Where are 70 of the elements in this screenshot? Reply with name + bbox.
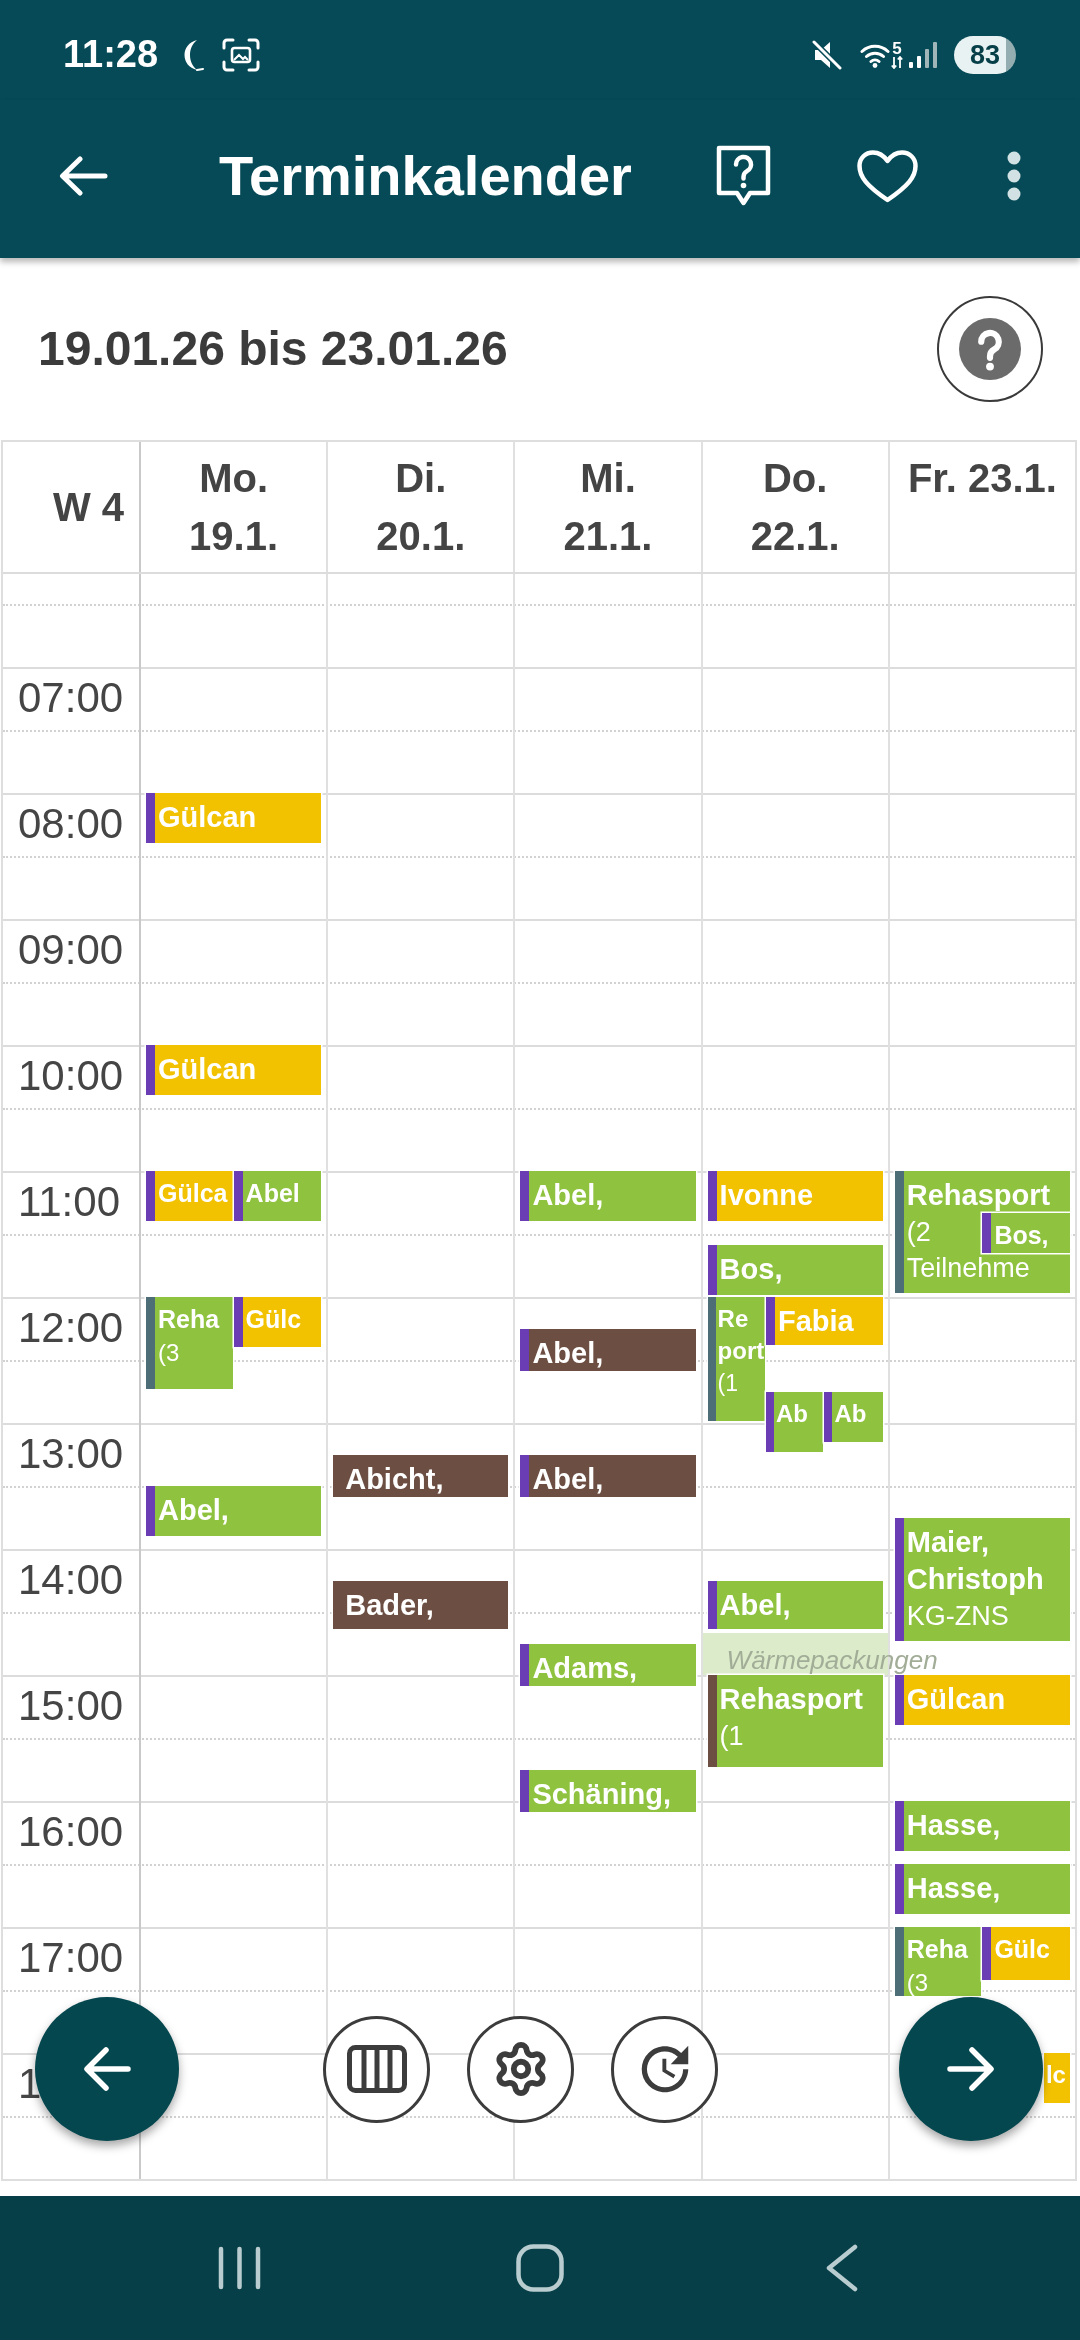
columns-icon (346, 2045, 407, 2093)
appointment-block[interactable]: Abel, (520, 1454, 696, 1497)
heart-icon (856, 149, 918, 203)
appointment-block[interactable]: Gülcan (146, 793, 322, 844)
day-header: Do. 22.1. (750, 455, 840, 560)
more-icon (1007, 151, 1021, 201)
appointment-block[interactable]: Gülca (146, 1171, 233, 1222)
chevron-left-icon (824, 2244, 858, 2292)
recents-icon (216, 2246, 262, 2290)
day-header: Mi. 21.1. (563, 455, 653, 560)
mute-icon (811, 40, 843, 70)
appointment-block[interactable]: Abel, (520, 1171, 696, 1222)
appointment-block[interactable]: Reha (3 (894, 1927, 982, 1997)
arrow-right-icon (947, 2046, 995, 2092)
appointment-block[interactable]: Ivonne (707, 1171, 883, 1222)
appointment-block[interactable]: Abel, (707, 1580, 883, 1629)
date-range-title: 19.01.26 bis 23.01.26 (38, 321, 508, 378)
time-label: 09:00 (18, 927, 124, 974)
network-label: 5 (892, 41, 902, 56)
appointment-block[interactable]: Bos, (707, 1244, 883, 1295)
day-header: Di. 20.1. (376, 455, 466, 560)
time-label: 17:00 (18, 1935, 124, 1982)
signal-icon (909, 42, 938, 68)
time-label: 08:00 (18, 801, 124, 848)
time-label: 07:00 (18, 675, 124, 722)
arrow-left-icon (83, 2046, 131, 2092)
appointment-block[interactable]: Hasse, (894, 1801, 1070, 1852)
time-label: 12:00 (18, 1305, 124, 1352)
time-label: 14:00 (18, 1557, 124, 1604)
time-label: 13:00 (18, 1431, 124, 1478)
appointment-block[interactable]: Abel (233, 1171, 322, 1222)
screenshot-icon (222, 38, 261, 72)
question-bubble-icon (715, 145, 771, 207)
day-header: Fr. 23.1. (907, 455, 1057, 502)
appointment-block[interactable]: lc (1043, 2053, 1070, 2104)
time-label: 16:00 (18, 1809, 124, 1856)
appointment-block[interactable]: Gülcan (146, 1045, 322, 1096)
week-label: W 4 (52, 485, 124, 529)
time-label: 15:00 (18, 1683, 124, 1730)
appointment-block[interactable]: Fabia (766, 1297, 883, 1346)
appointment-block[interactable]: Gülc (233, 1297, 322, 1348)
appointment-block[interactable]: Ab (766, 1391, 824, 1453)
day-header: Mo. 19.1. (189, 455, 279, 560)
appointment-block[interactable]: Adams, (520, 1643, 696, 1686)
appointment-block[interactable]: Abel, (520, 1328, 696, 1371)
appointment-block[interactable]: Ab (824, 1391, 883, 1442)
next-button[interactable] (899, 1997, 1043, 2141)
moon-icon (183, 39, 206, 71)
slot-label: Wärmepackungen (726, 1646, 938, 1675)
data-arrows-icon (891, 56, 903, 69)
wifi-icon (860, 42, 890, 68)
appointment-block[interactable]: Reha (3 (146, 1297, 233, 1390)
time-label: 10:00 (18, 1053, 124, 1100)
help-icon (959, 318, 1021, 380)
appointment-block[interactable]: Rehasport (1 (707, 1675, 883, 1768)
appointment-block[interactable]: Bader, (333, 1580, 509, 1629)
appointment-block[interactable]: Gülc (982, 1927, 1070, 1980)
appointment-block[interactable]: Re port (1 (707, 1297, 765, 1421)
time-label: 11:00 (18, 1179, 120, 1226)
appointment-block[interactable]: Abicht, (333, 1454, 509, 1497)
appointment-block[interactable]: Hasse, (894, 1864, 1070, 1915)
appointment-block[interactable]: Gülcan (894, 1675, 1070, 1726)
home-icon (516, 2244, 564, 2292)
appointment-block[interactable]: Abel, (146, 1486, 322, 1537)
battery-badge: 83 (954, 36, 1016, 74)
appointment-block[interactable]: Maier, Christoph KG-ZNS (894, 1517, 1070, 1642)
appointment-block[interactable]: Schäning, (520, 1769, 696, 1812)
arrow-left-icon (58, 156, 108, 196)
app-title: Terminkalender (219, 145, 632, 207)
status-time: 11:28 (63, 34, 159, 76)
